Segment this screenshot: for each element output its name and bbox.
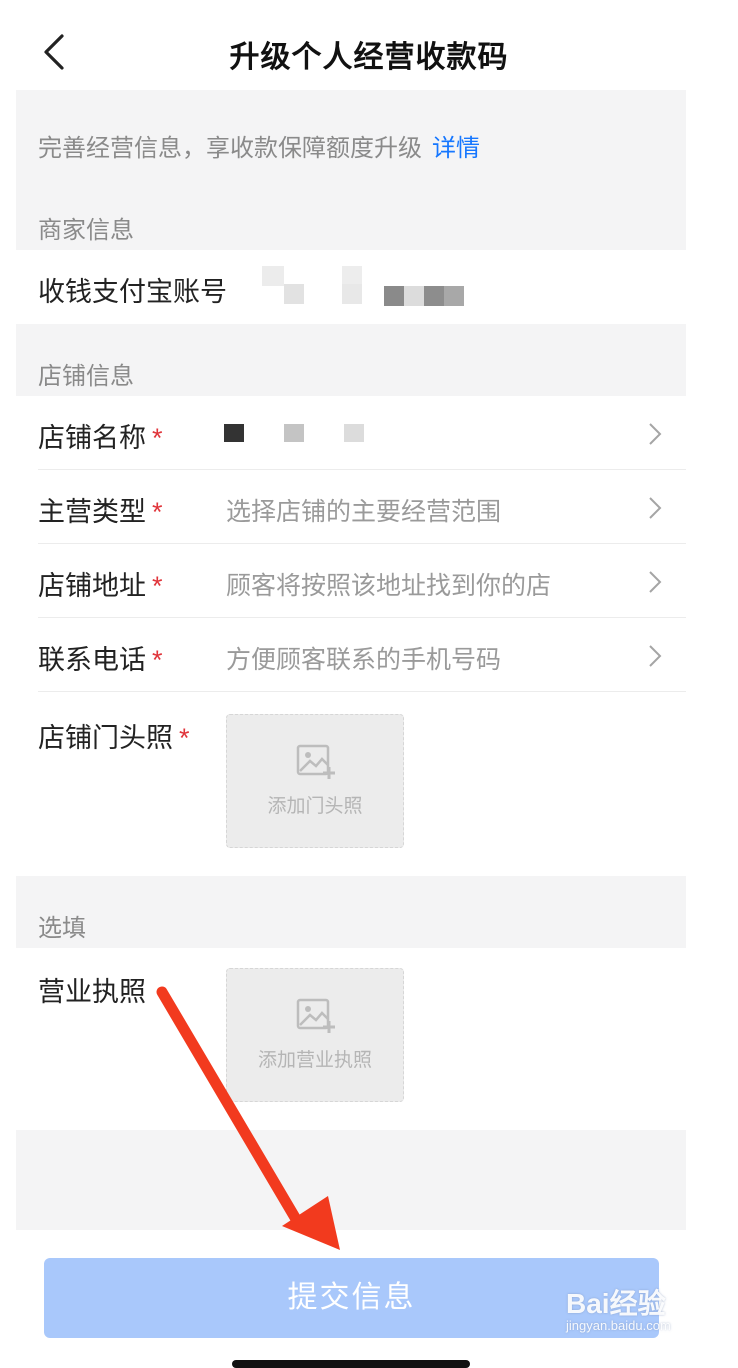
business-type-label: 主营类型 * xyxy=(38,497,163,527)
add-business-license-button[interactable]: 添加营业执照 xyxy=(226,968,404,1102)
business-license-row: 营业执照 添加营业执照 xyxy=(16,948,686,1130)
store-name-label: 店铺名称 * xyxy=(38,423,163,453)
chevron-right-icon xyxy=(649,423,662,445)
watermark-url: jingyan.baidu.com xyxy=(566,1318,671,1333)
store-section-title: 店铺信息 xyxy=(38,363,134,390)
business-license-label: 营业执照 xyxy=(38,977,146,1007)
account-value-redacted xyxy=(262,266,492,310)
account-row: 收钱支付宝账号 xyxy=(16,250,686,324)
info-banner: 完善经营信息，享收款保障额度升级 详情 xyxy=(38,128,480,163)
store-address-label: 店铺地址 * xyxy=(38,571,163,601)
page-title: 升级个人经营收款码 xyxy=(229,41,509,74)
business-type-row[interactable]: 主营类型 * 选择店铺的主要经营范围 xyxy=(16,470,686,544)
required-mark: * xyxy=(152,497,163,527)
upload-text: 添加门头照 xyxy=(267,796,363,817)
contact-phone-placeholder: 方便顾客联系的手机号码 xyxy=(226,646,502,674)
business-type-placeholder: 选择店铺的主要经营范围 xyxy=(226,498,502,526)
add-image-icon xyxy=(296,744,335,779)
banner-text: 完善经营信息，享收款保障额度升级 xyxy=(38,135,422,162)
watermark: Bai经验 jingyan.baidu.com xyxy=(560,1282,710,1338)
optional-section-title: 选填 xyxy=(38,915,86,942)
chevron-right-icon xyxy=(649,497,662,519)
store-address-placeholder: 顾客将按照该地址找到你的店 xyxy=(226,572,552,600)
required-mark: * xyxy=(152,645,163,675)
account-label: 收钱支付宝账号 xyxy=(38,277,227,307)
contact-phone-row[interactable]: 联系电话 * 方便顾客联系的手机号码 xyxy=(16,618,686,692)
details-link[interactable]: 详情 xyxy=(432,135,480,162)
upload-text: 添加营业执照 xyxy=(257,1050,372,1071)
add-image-icon xyxy=(296,998,335,1033)
store-address-row[interactable]: 店铺地址 * 顾客将按照该地址找到你的店 xyxy=(16,544,686,618)
watermark-brand: Bai经验 xyxy=(566,1288,666,1319)
required-mark: * xyxy=(152,571,163,601)
required-mark: * xyxy=(179,723,190,753)
merchant-section-title: 商家信息 xyxy=(38,217,134,244)
nav-header: 升级个人经营收款码 xyxy=(0,0,738,90)
add-storefront-photo-button[interactable]: 添加门头照 xyxy=(226,714,404,848)
required-mark: * xyxy=(152,423,163,453)
contact-phone-label: 联系电话 * xyxy=(38,645,163,675)
store-name-row[interactable]: 店铺名称 * xyxy=(16,396,686,470)
chevron-right-icon xyxy=(649,571,662,593)
storefront-photo-row: 店铺门头照 * 添加门头照 xyxy=(16,692,686,876)
form-content: 完善经营信息，享收款保障额度升级 详情 商家信息 收钱支付宝账号 店铺信息 店铺名… xyxy=(16,90,686,1230)
chevron-right-icon xyxy=(649,645,662,667)
home-indicator xyxy=(232,1360,470,1368)
storefront-photo-label: 店铺门头照 * xyxy=(38,723,190,753)
store-name-value-redacted xyxy=(224,420,384,444)
